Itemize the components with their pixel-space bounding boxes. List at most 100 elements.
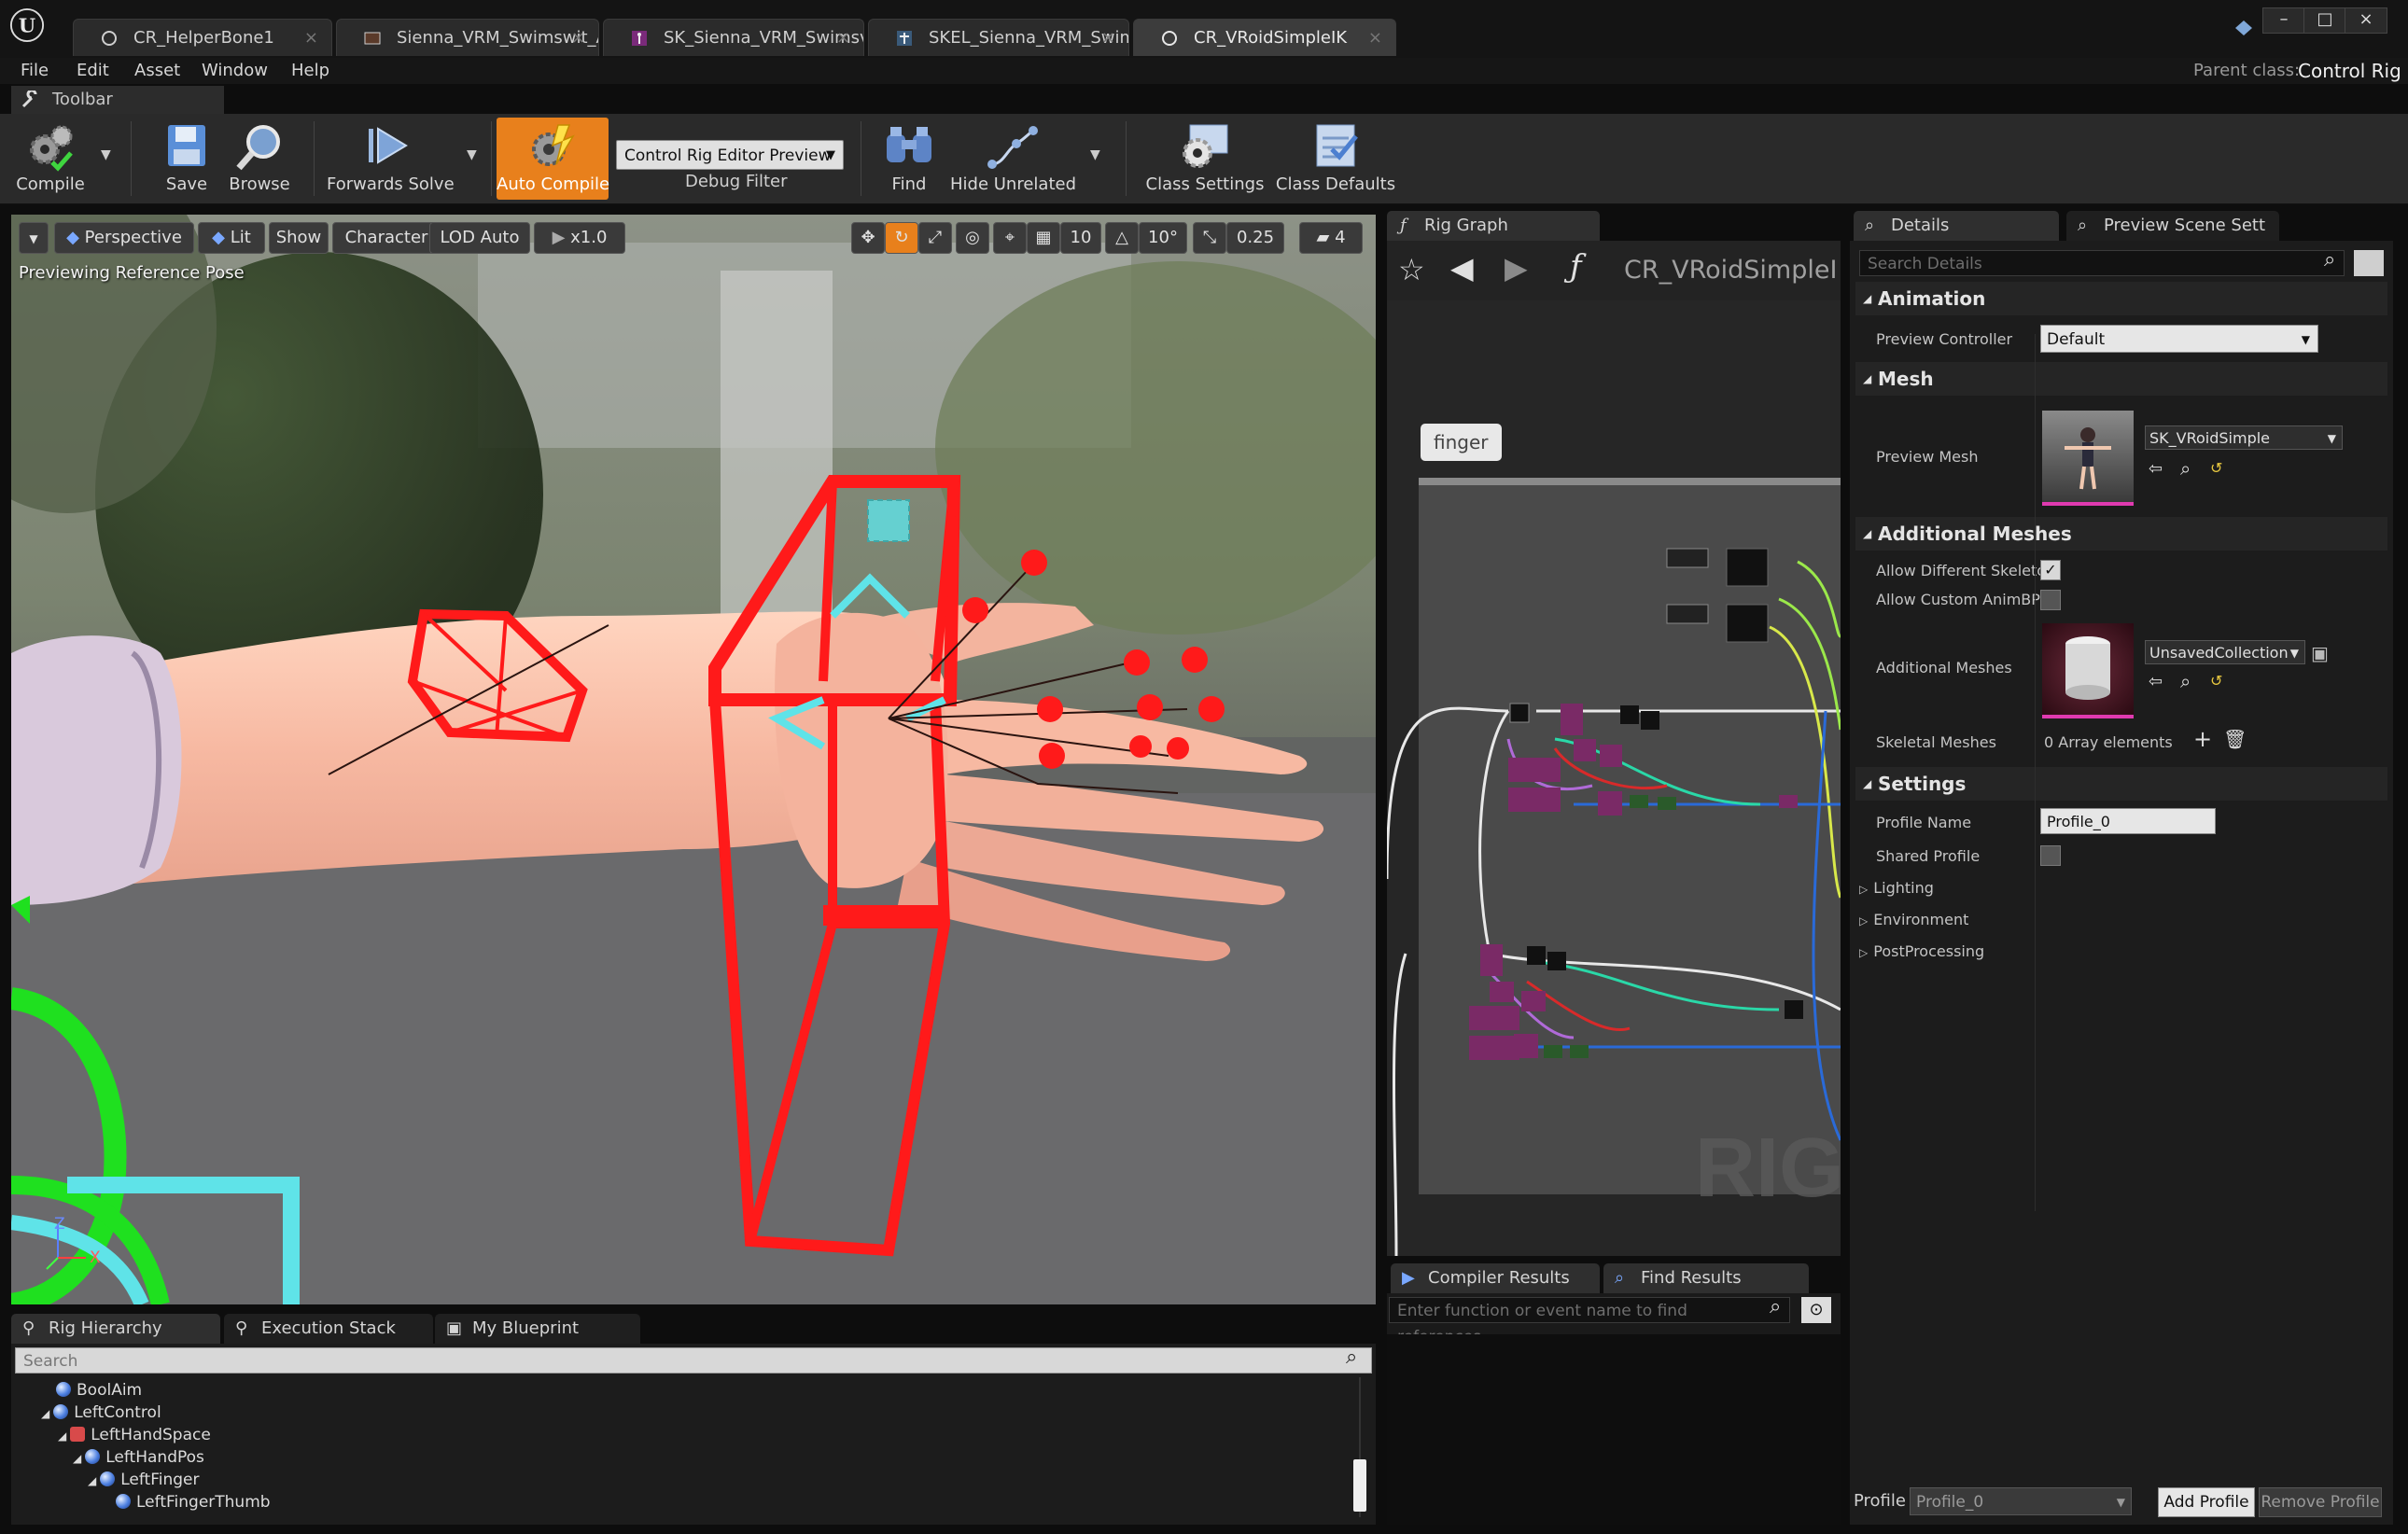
doc-tab-skel-sienna[interactable]: SKEL_Sienna_VRM_Swim × <box>868 19 1129 56</box>
forwards-solve-button[interactable]: Forwards Solve <box>327 118 455 200</box>
close-tab-icon[interactable]: × <box>1101 20 1115 56</box>
use-selected-arrow-icon[interactable]: ⇦ <box>2149 459 2163 479</box>
menu-help[interactable]: Help <box>291 58 329 84</box>
tree-item-lefthandspace[interactable]: ◢ LeftHandSpace <box>58 1424 211 1446</box>
find-button[interactable]: Find <box>874 118 945 200</box>
additional-meshes-thumbnail[interactable] <box>2042 623 2134 718</box>
find-in-all-blueprints-button[interactable]: ⊙ <box>1801 1297 1831 1323</box>
hide-unrelated-button[interactable]: Hide Unrelated <box>950 118 1076 200</box>
tree-item-boolaim[interactable]: BoolAim <box>56 1379 142 1402</box>
reset-to-default-icon[interactable]: ↺ <box>2210 672 2222 690</box>
viewport-options-button[interactable]: ▼ <box>19 222 49 254</box>
perspective-button[interactable]: ◆ Perspective <box>54 222 194 254</box>
allow-different-skeleton-checkbox[interactable]: ✓ <box>2040 560 2061 580</box>
surface-snap-icon[interactable]: ⌖ <box>993 222 1027 254</box>
doc-tab-sienna-swimsuit[interactable]: Sienna_VRM_Swimswit_A × <box>336 19 599 56</box>
forward-arrow-icon[interactable]: ▶ <box>1505 250 1528 286</box>
browse-asset-icon[interactable]: ⌕ <box>2180 670 2191 692</box>
unreal-logo-icon[interactable]: U <box>9 7 45 43</box>
category-additional-meshes[interactable]: ◢ Additional Meshes <box>1855 517 2387 551</box>
grid-snap-value[interactable]: 10 <box>1060 222 1101 254</box>
show-button[interactable]: Show <box>269 222 329 254</box>
browse-asset-icon[interactable]: ⌕ <box>2180 457 2191 480</box>
category-settings[interactable]: ◢ Settings <box>1855 767 2387 801</box>
scale-snap-icon[interactable]: ⤡ <box>1193 222 1226 254</box>
back-arrow-icon[interactable]: ◀ <box>1450 250 1474 286</box>
close-tab-icon[interactable]: × <box>836 20 850 56</box>
class-defaults-button[interactable]: Class Defaults <box>1275 118 1396 200</box>
character-button[interactable]: Character <box>332 222 441 254</box>
add-element-icon[interactable]: + <box>2193 726 2212 752</box>
profile-dropdown[interactable]: Profile_0 ▼ <box>1910 1487 2132 1515</box>
remove-profile-button[interactable]: Remove Profile <box>2259 1487 2382 1517</box>
translate-mode-icon[interactable]: ✥ <box>851 222 885 254</box>
doc-tab-cr-vroidsimpleik[interactable]: CR_VRoidSimpleIK × <box>1133 19 1396 56</box>
expand-arrow-icon[interactable]: ◢ <box>73 1452 81 1465</box>
column-splitter[interactable] <box>2035 334 2036 1211</box>
doc-tab-cr-helperbone1[interactable]: CR_HelperBone1 × <box>73 19 332 56</box>
grid-snap-icon[interactable]: ▦ <box>1027 222 1060 254</box>
compile-button[interactable]: Compile <box>9 118 91 200</box>
profile-name-input[interactable]: Profile_0 <box>2040 808 2216 834</box>
scrollbar-thumb[interactable] <box>1353 1459 1366 1512</box>
playback-speed-button[interactable]: ▶ x1.0 <box>534 222 625 254</box>
preview-mesh-thumbnail[interactable] <box>2042 411 2134 506</box>
toolbar-panel-tab[interactable]: Toolbar <box>11 86 224 114</box>
tab-execution-stack[interactable]: ⚲ Execution Stack <box>224 1314 433 1344</box>
auto-compile-toggle[interactable]: Auto Compile <box>497 118 609 200</box>
tree-item-leftfinger[interactable]: ◢ LeftFinger <box>88 1469 200 1491</box>
menu-window[interactable]: Window <box>202 58 268 84</box>
environment-group[interactable]: ▷ Environment <box>1859 911 1968 928</box>
preview-mesh-dropdown[interactable]: SK_VRoidSimple ▼ <box>2145 425 2343 450</box>
lod-button[interactable]: LOD Auto <box>429 222 530 254</box>
scale-mode-icon[interactable]: ⤢ <box>918 222 952 254</box>
doc-tab-sk-sienna[interactable]: SK_Sienna_VRM_Swimsv × <box>603 19 864 56</box>
expand-arrow-icon[interactable]: ◢ <box>41 1407 49 1420</box>
delete-trash-icon[interactable]: 🗑 <box>2223 728 2247 750</box>
comment-bubble[interactable]: finger <box>1421 424 1502 461</box>
world-local-icon[interactable]: ◎ <box>956 222 989 254</box>
menu-file[interactable]: File <box>21 58 49 84</box>
camera-speed-button[interactable]: ▰ 4 <box>1299 222 1363 254</box>
compiler-results-tab[interactable]: ▶ Compiler Results <box>1391 1263 1600 1293</box>
add-profile-button[interactable]: Add Profile <box>2158 1487 2255 1517</box>
additional-meshes-dropdown[interactable]: UnsavedCollection ▼ <box>2145 640 2305 664</box>
rotation-snap-icon[interactable]: △ <box>1105 222 1139 254</box>
tab-details[interactable]: ⌕ Details <box>1854 211 2059 241</box>
preview-controller-select[interactable]: Default ▼ <box>2040 325 2318 353</box>
view-options-grid-icon[interactable] <box>2354 250 2384 276</box>
tree-item-leftcontrol[interactable]: ◢ LeftControl <box>41 1402 161 1424</box>
allow-custom-animbp-checkbox[interactable] <box>2040 590 2061 610</box>
class-settings-button[interactable]: Class Settings <box>1144 118 1266 200</box>
scale-snap-value[interactable]: 0.25 <box>1226 222 1284 254</box>
parent-class-link[interactable]: Control Rig <box>2298 58 2401 84</box>
lit-button[interactable]: ◆ Lit <box>198 222 265 254</box>
close-tab-icon[interactable]: × <box>304 20 318 56</box>
hierarchy-search-input[interactable]: Search <box>15 1347 1372 1374</box>
category-mesh[interactable]: ◢ Mesh <box>1855 362 2387 396</box>
tab-my-blueprint[interactable]: ▣ My Blueprint <box>435 1314 640 1344</box>
find-results-tab[interactable]: ⌕ Find Results <box>1603 1263 1809 1293</box>
forwards-solve-chevron-icon[interactable]: ▼ <box>467 147 477 162</box>
close-tab-icon[interactable]: × <box>1368 20 1382 56</box>
hide-unrelated-chevron-icon[interactable]: ▼ <box>1090 147 1100 162</box>
minimize-button[interactable]: – <box>2262 7 2305 34</box>
tab-preview-scene-settings[interactable]: ⌕ Preview Scene Sett <box>2066 211 2279 241</box>
rotation-snap-value[interactable]: 10° <box>1139 222 1187 254</box>
menu-asset[interactable]: Asset <box>134 58 180 84</box>
tab-rig-hierarchy[interactable]: ⚲ Rig Hierarchy <box>11 1314 220 1344</box>
save-button[interactable]: Save <box>149 118 224 200</box>
shared-profile-checkbox[interactable] <box>2040 845 2061 866</box>
preview-viewport[interactable]: Z X ▼ ◆ Perspective ◆ Lit Show Character… <box>11 215 1376 1304</box>
close-tab-icon[interactable]: × <box>571 20 585 56</box>
browse-button[interactable]: Browse <box>224 118 295 200</box>
tree-item-leftfingerthumb[interactable]: LeftFingerThumb <box>116 1491 271 1513</box>
menu-edit[interactable]: Edit <box>77 58 109 84</box>
close-window-button[interactable]: × <box>2345 7 2387 34</box>
favorite-star-icon[interactable]: ☆ <box>1398 252 1425 287</box>
source-control-icon[interactable] <box>2233 17 2255 39</box>
lighting-group[interactable]: ▷ Lighting <box>1859 879 1934 897</box>
maximize-button[interactable]: □ <box>2303 7 2346 34</box>
rig-graph-tab[interactable]: ƒ Rig Graph <box>1387 211 1600 241</box>
compile-options-chevron-icon[interactable]: ▼ <box>101 147 111 162</box>
